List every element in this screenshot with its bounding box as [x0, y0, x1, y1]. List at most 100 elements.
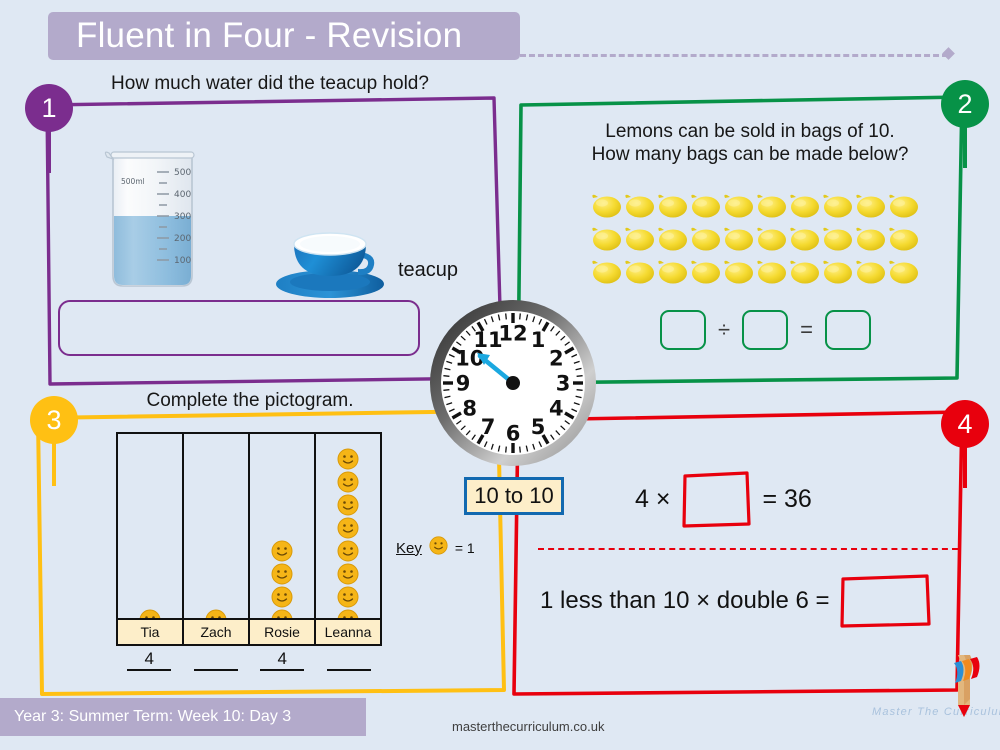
svg-text:300: 300	[174, 212, 191, 222]
pictogram-answer-row: 44	[116, 648, 382, 671]
lemon-icon	[821, 223, 854, 254]
key-label: Key	[396, 539, 422, 557]
smiley-icon	[337, 448, 359, 470]
pictogram-chart	[116, 432, 382, 636]
q4-answer-box-1[interactable]	[680, 468, 752, 530]
pictogram-key: Key = 1	[396, 536, 475, 560]
lemon-icon	[623, 190, 656, 221]
lemon-icon	[887, 190, 920, 221]
question-1-answer-box[interactable]	[58, 300, 420, 356]
analogue-clock: 12 1 2 3 4 5 6 7 8 9 10 11	[428, 298, 598, 468]
lemon-icon	[623, 256, 656, 287]
smiley-icon	[337, 471, 359, 493]
smiley-icon	[271, 586, 293, 608]
svg-text:8: 8	[462, 397, 477, 421]
smiley-icon	[337, 494, 359, 516]
lemon-icon	[689, 223, 722, 254]
question-badge-1: 1	[25, 84, 73, 132]
question-badge-4: 4	[941, 400, 989, 448]
svg-text:1: 1	[531, 328, 546, 352]
svg-text:200: 200	[174, 234, 191, 244]
key-value: = 1	[454, 540, 475, 556]
equation-box-divisor[interactable]	[742, 310, 789, 350]
pictogram-column	[118, 434, 184, 634]
svg-text:11: 11	[473, 328, 502, 352]
title-dash-endpoint-diamond	[942, 47, 955, 60]
lemon-icon	[656, 256, 689, 287]
question-2-prompt: Lemons can be sold in bags of 10. How ma…	[540, 120, 960, 166]
worksheet-page: Fluent in Four - Revision 1 2 3 4 How mu…	[0, 0, 1000, 750]
lemon-row	[590, 223, 920, 254]
svg-text:6: 6	[506, 422, 521, 446]
lemon-icon	[590, 256, 623, 287]
svg-text:500: 500	[174, 168, 191, 178]
lemon-icon	[788, 256, 821, 287]
q4-answer-box-2[interactable]	[838, 572, 932, 630]
svg-text:2: 2	[549, 347, 564, 371]
smiley-icon	[271, 540, 293, 562]
question-badge-2: 2	[941, 80, 989, 128]
question-badge-3: 3	[30, 396, 78, 444]
lemon-array	[590, 190, 920, 287]
pictogram-answer-line	[326, 669, 371, 671]
pictogram-column	[184, 434, 250, 634]
question-2-prompt-line2: How many bags can be made below?	[591, 144, 909, 166]
clock-answer-label: 10 to 10	[464, 477, 564, 515]
lemon-icon	[854, 256, 887, 287]
svg-text:100: 100	[174, 256, 191, 266]
svg-text:7: 7	[481, 415, 496, 439]
q4-line2-prefix: 1 less than 10 × double 6 =	[540, 587, 830, 614]
pictogram-column	[250, 434, 316, 634]
question-1-prompt: How much water did the teacup hold?	[111, 73, 429, 94]
svg-text:4: 4	[549, 397, 564, 421]
lemon-icon	[689, 190, 722, 221]
pictogram-answer-cell[interactable]	[316, 648, 383, 671]
pictogram-answer-value: 4	[144, 649, 154, 668]
lemon-icon	[788, 190, 821, 221]
pictogram-answer-cell[interactable]	[183, 648, 250, 671]
lemon-icon	[722, 256, 755, 287]
question-3-prompt: Complete the pictogram.	[146, 390, 354, 411]
lemon-icon	[887, 256, 920, 287]
pictogram-answer-cell[interactable]: 4	[116, 648, 183, 671]
question-4-line-1: 4 × = 36	[635, 468, 812, 530]
lemon-icon	[590, 223, 623, 254]
lemon-icon	[755, 223, 788, 254]
pictogram-name-cell: Tia	[118, 620, 184, 644]
footer-bar: Year 3: Summer Term: Week 10: Day 3	[0, 698, 366, 736]
badge-stem-3	[52, 438, 56, 486]
lemon-icon	[722, 190, 755, 221]
page-title-bar: Fluent in Four - Revision	[48, 12, 520, 60]
pictogram-answer-value: 4	[277, 649, 287, 668]
svg-text:5: 5	[531, 415, 546, 439]
pictogram-name-cell: Rosie	[250, 620, 316, 644]
pictogram-column	[316, 434, 380, 634]
page-title: Fluent in Four - Revision	[76, 16, 463, 55]
pictogram-answer-line	[127, 669, 172, 671]
q4-line1-prefix: 4 ×	[635, 484, 671, 513]
title-dashed-line	[520, 54, 948, 57]
pictogram-name-row: Tia Zach Rosie Leanna	[116, 618, 382, 646]
beaker-graphic: 500 400 300 200 100 500ml	[95, 140, 210, 290]
lemon-row	[590, 190, 920, 221]
lemon-icon	[788, 223, 821, 254]
pictogram-name-cell: Leanna	[324, 624, 372, 640]
pictogram-answer-line	[193, 669, 238, 671]
pencil-logo-icon	[944, 655, 984, 720]
lemon-icon	[623, 223, 656, 254]
lemon-icon	[887, 223, 920, 254]
badge-stem-1	[47, 125, 51, 173]
lemon-icon	[854, 190, 887, 221]
equals-symbol: =	[800, 317, 813, 342]
lemon-icon	[821, 190, 854, 221]
question-2-prompt-line1: Lemons can be sold in bags of 10.	[605, 121, 895, 142]
equation-box-dividend[interactable]	[660, 310, 706, 350]
svg-text:3: 3	[556, 372, 571, 396]
pictogram-answer-cell[interactable]: 4	[249, 648, 316, 671]
smiley-icon	[337, 540, 359, 562]
lemon-icon	[821, 256, 854, 287]
lemon-icon	[656, 190, 689, 221]
q4-line1-suffix: = 36	[762, 484, 812, 513]
equation-box-quotient[interactable]	[824, 310, 871, 350]
question-4-divider	[538, 548, 958, 550]
